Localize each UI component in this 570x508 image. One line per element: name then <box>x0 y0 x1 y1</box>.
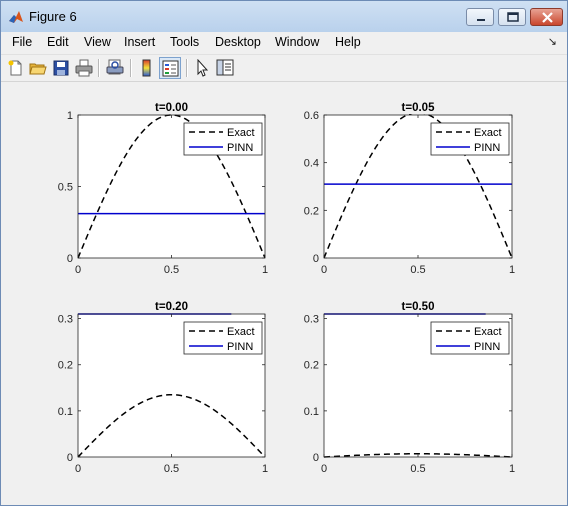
print-icon <box>75 59 93 77</box>
x-tick-label: 0.5 <box>410 264 425 276</box>
pointer-icon <box>197 59 209 77</box>
legend-icon <box>162 60 179 77</box>
y-tick-label: 0.1 <box>58 406 73 418</box>
insert-legend-button[interactable] <box>159 57 181 79</box>
subplot-title: t=0.20 <box>155 301 188 313</box>
legend: Exact PINN <box>183 321 263 355</box>
minimize-icon <box>477 19 485 21</box>
x-tick-label: 0 <box>75 463 81 475</box>
menu-tools[interactable]: Tools <box>170 35 199 49</box>
colorbar-icon <box>142 59 151 77</box>
toolbar-separator <box>130 59 132 77</box>
open-file-icon <box>29 63 47 75</box>
print-preview-button[interactable] <box>104 57 126 79</box>
subplots-svg: 0 0.5 1 0 0.5 1 t=0.00 Exact PINN 0 0.5 1 0 0.2 0.4 0.6… <box>58 102 515 475</box>
subplot-2: 0 0.5 1 0 0.2 0.4 0.6 t=0.05 Exact PINN <box>304 102 515 276</box>
save-icon <box>53 60 69 76</box>
x-tick-label: 1 <box>509 264 515 276</box>
window-title: Figure 6 <box>29 9 77 24</box>
x-tick-label: 0.5 <box>164 463 179 475</box>
y-tick-label: 0 <box>313 253 319 265</box>
new-figure-icon <box>8 60 22 76</box>
legend-label-pinn: PINN <box>474 341 500 353</box>
y-tick-label: 1 <box>67 110 73 122</box>
save-button[interactable] <box>50 57 72 79</box>
property-editor-button[interactable] <box>214 57 236 79</box>
y-tick-label: 0.2 <box>304 360 319 372</box>
menu-insert[interactable]: Insert <box>124 35 155 49</box>
x-tick-label: 1 <box>262 463 268 475</box>
legend: Exact PINN <box>183 122 263 156</box>
y-tick-label: 0.6 <box>304 110 319 122</box>
y-tick-label: 0.2 <box>304 205 319 217</box>
y-tick-label: 0.5 <box>58 182 73 194</box>
y-tick-label: 0.2 <box>58 360 73 372</box>
legend: Exact PINN <box>430 321 510 355</box>
print-preview-icon <box>106 59 124 75</box>
maximize-icon <box>507 12 519 22</box>
minimize-button[interactable] <box>466 8 494 26</box>
subplot-4: 0 0.5 1 0 0.1 0.2 0.3 t=0.50 Exact PINN <box>304 301 515 475</box>
subplot-title: t=0.05 <box>402 102 436 114</box>
menu-desktop[interactable]: Desktop <box>215 35 261 49</box>
close-button[interactable] <box>530 8 563 26</box>
menu-view[interactable]: View <box>84 35 111 49</box>
toolbar <box>1 55 567 82</box>
insert-colorbar-button[interactable] <box>136 57 158 79</box>
x-tick-label: 0 <box>321 264 327 276</box>
y-tick-label: 0 <box>313 452 319 464</box>
legend-label-pinn: PINN <box>227 142 253 154</box>
legend-label-exact: Exact <box>227 127 255 139</box>
legend-label-exact: Exact <box>474 127 502 139</box>
menu-file[interactable]: File <box>12 35 32 49</box>
y-tick-label: 0.3 <box>304 314 319 326</box>
legend-label-pinn: PINN <box>474 142 500 154</box>
menu-edit[interactable]: Edit <box>47 35 69 49</box>
subplot-title: t=0.00 <box>155 102 188 114</box>
x-tick-label: 1 <box>262 264 268 276</box>
subplot-1: 0 0.5 1 0 0.5 1 t=0.00 Exact PINN <box>58 102 268 276</box>
x-tick-label: 0.5 <box>164 264 179 276</box>
toolbar-separator <box>98 59 100 77</box>
open-file-button[interactable] <box>27 57 49 79</box>
x-tick-label: 0.5 <box>410 463 425 475</box>
x-tick-label: 0 <box>75 264 81 276</box>
legend: Exact PINN <box>430 122 510 156</box>
x-tick-label: 0 <box>321 463 327 475</box>
legend-label-pinn: PINN <box>227 341 253 353</box>
close-icon <box>542 12 553 23</box>
toolbar-separator <box>186 59 188 77</box>
edit-plot-button[interactable] <box>192 57 214 79</box>
subplot-title: t=0.50 <box>402 301 435 313</box>
maximize-button[interactable] <box>498 8 526 26</box>
subplot-3: 0 0.5 1 0 0.1 0.2 0.3 t=0.20 Exact PINN <box>58 301 268 475</box>
print-button[interactable] <box>73 57 95 79</box>
legend-label-exact: Exact <box>227 326 255 338</box>
dock-arrow-icon[interactable]: ↘ <box>548 35 557 48</box>
property-editor-icon <box>216 59 234 76</box>
x-tick-label: 1 <box>509 463 515 475</box>
new-figure-button[interactable] <box>5 57 27 79</box>
figure-window: Figure 6 File Edit View Insert Tools Des… <box>0 0 568 506</box>
menu-window[interactable]: Window <box>275 35 319 49</box>
matlab-app-icon <box>9 11 23 23</box>
y-tick-label: 0 <box>67 253 73 265</box>
y-tick-label: 0.4 <box>304 158 319 170</box>
figure-canvas[interactable]: 0 0.5 1 0 0.5 1 t=0.00 Exact PINN 0 0.5 1 0 0.2 0.4 0.6… <box>5 83 563 501</box>
menu-bar: File Edit View Insert Tools Desktop Wind… <box>1 32 567 55</box>
menu-help[interactable]: Help <box>335 35 361 49</box>
y-tick-label: 0.1 <box>304 406 319 418</box>
legend-label-exact: Exact <box>474 326 502 338</box>
y-tick-label: 0 <box>67 452 73 464</box>
y-tick-label: 0.3 <box>58 314 73 326</box>
title-bar[interactable]: Figure 6 <box>1 1 567 33</box>
